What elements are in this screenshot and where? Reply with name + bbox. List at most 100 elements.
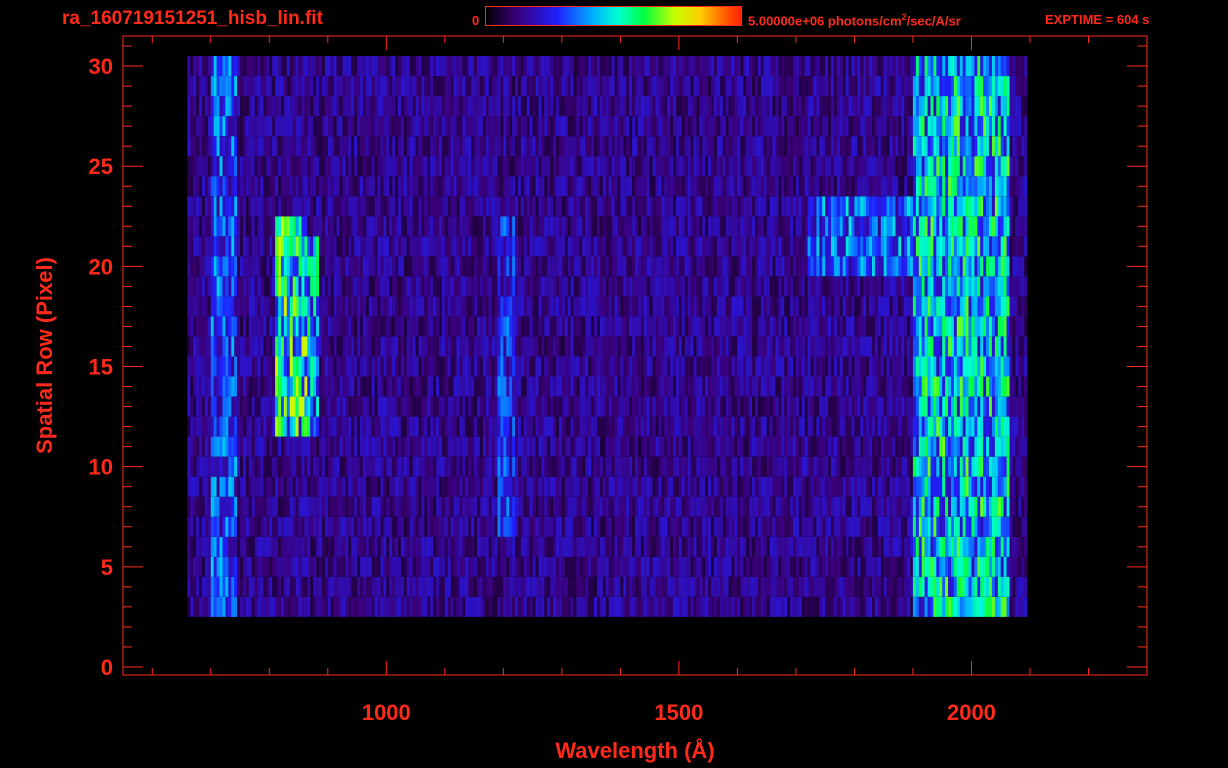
heatmap-cell bbox=[556, 576, 560, 597]
heatmap-cell bbox=[234, 296, 238, 317]
heatmap-cell bbox=[360, 556, 364, 577]
heatmap-cell bbox=[479, 416, 484, 437]
heatmap-cell bbox=[237, 396, 241, 417]
heatmap-cell bbox=[652, 316, 656, 337]
heatmap-cell bbox=[956, 356, 960, 377]
heatmap-cell bbox=[974, 396, 978, 417]
heatmap-cell bbox=[763, 416, 767, 437]
heatmap-cell bbox=[263, 276, 267, 297]
heatmap-cell bbox=[558, 556, 563, 577]
heatmap-cell bbox=[734, 416, 738, 437]
heatmap-cell bbox=[842, 356, 846, 377]
heatmap-cell bbox=[210, 596, 214, 617]
heatmap-cell bbox=[977, 516, 981, 537]
heatmap-cell bbox=[608, 456, 612, 477]
heatmap-cell bbox=[409, 496, 413, 517]
heatmap-cell bbox=[518, 396, 522, 417]
heatmap-cell bbox=[798, 436, 802, 457]
heatmap-cell bbox=[207, 336, 211, 357]
heatmap-cell bbox=[187, 296, 191, 317]
heatmap-cell bbox=[854, 276, 858, 297]
heatmap-cell bbox=[269, 496, 273, 517]
heatmap-cell bbox=[953, 356, 958, 377]
heatmap-cell bbox=[787, 576, 791, 597]
heatmap-cell bbox=[491, 496, 495, 517]
heatmap-cell bbox=[459, 336, 463, 357]
heatmap-cell bbox=[883, 276, 887, 297]
heatmap-cell bbox=[602, 396, 606, 417]
heatmap-cell bbox=[1012, 356, 1016, 377]
heatmap-cell bbox=[465, 416, 469, 437]
heatmap-cell bbox=[728, 296, 732, 317]
heatmap-cell bbox=[901, 476, 905, 497]
heatmap-cell bbox=[509, 276, 513, 297]
heatmap-cell bbox=[787, 596, 791, 617]
heatmap-cell bbox=[860, 316, 864, 337]
heatmap-cell bbox=[289, 316, 293, 337]
heatmap-cell bbox=[225, 296, 229, 317]
heatmap-cell bbox=[687, 276, 691, 297]
heatmap-cell bbox=[980, 356, 984, 377]
heatmap-cell bbox=[842, 596, 846, 617]
heatmap-cell bbox=[471, 376, 475, 397]
heatmap-cell bbox=[260, 416, 264, 437]
heatmap-cell bbox=[479, 376, 484, 397]
heatmap-cell bbox=[336, 436, 340, 457]
heatmap-cell bbox=[775, 436, 779, 457]
heatmap-cell bbox=[292, 476, 296, 497]
heatmap-cell bbox=[664, 396, 668, 417]
heatmap-cell bbox=[760, 456, 764, 477]
heatmap-cell bbox=[298, 336, 302, 357]
heatmap-cell bbox=[655, 416, 659, 437]
heatmap-cell bbox=[582, 296, 586, 317]
heatmap-cell bbox=[684, 336, 688, 357]
heatmap-cell bbox=[316, 496, 320, 517]
heatmap-cell bbox=[907, 596, 911, 617]
heatmap-cell bbox=[529, 496, 533, 517]
heatmap-cell bbox=[503, 576, 507, 597]
heatmap-cell bbox=[962, 576, 966, 597]
heatmap-cell bbox=[421, 356, 425, 377]
heatmap-cell bbox=[968, 336, 972, 357]
heatmap-cell bbox=[810, 396, 814, 417]
heatmap-cell bbox=[626, 376, 630, 397]
heatmap-cell bbox=[915, 356, 920, 377]
heatmap-cell bbox=[828, 396, 832, 417]
heatmap-cell bbox=[784, 396, 788, 417]
heatmap-cell bbox=[263, 596, 267, 617]
heatmap-cell bbox=[874, 536, 879, 557]
heatmap-cell bbox=[266, 496, 270, 517]
heatmap-cell bbox=[667, 356, 671, 377]
heatmap-cell bbox=[219, 376, 223, 397]
heatmap-cell bbox=[362, 336, 367, 357]
heatmap-cell bbox=[207, 316, 211, 337]
heatmap-cell bbox=[833, 316, 838, 337]
heatmap-cell bbox=[538, 296, 542, 317]
heatmap-cell bbox=[512, 416, 516, 437]
heatmap-cell bbox=[775, 516, 779, 537]
heatmap-cell bbox=[406, 336, 410, 357]
heatmap-cell bbox=[286, 596, 290, 617]
heatmap-cell bbox=[983, 376, 987, 397]
heatmap-cell bbox=[602, 596, 606, 617]
heatmap-cell bbox=[839, 476, 843, 497]
heatmap-cell bbox=[564, 316, 568, 337]
heatmap-cell bbox=[272, 536, 276, 557]
heatmap-cell bbox=[199, 576, 203, 597]
heatmap-cell bbox=[983, 416, 987, 437]
heatmap-cell bbox=[901, 416, 905, 437]
heatmap-cell bbox=[667, 416, 671, 437]
heatmap-cell bbox=[790, 436, 794, 457]
heatmap-cell bbox=[872, 396, 876, 417]
heatmap-cell bbox=[997, 576, 1001, 597]
heatmap-cell bbox=[269, 276, 273, 297]
heatmap-cell bbox=[400, 596, 405, 617]
heatmap-cell bbox=[793, 436, 797, 457]
heatmap-cell bbox=[1000, 336, 1004, 357]
heatmap-cell bbox=[839, 536, 843, 557]
heatmap-cell bbox=[196, 416, 200, 437]
heatmap-cell bbox=[360, 296, 364, 317]
heatmap-cell bbox=[362, 276, 367, 297]
heatmap-cell bbox=[895, 436, 899, 457]
heatmap-cell bbox=[676, 456, 680, 477]
